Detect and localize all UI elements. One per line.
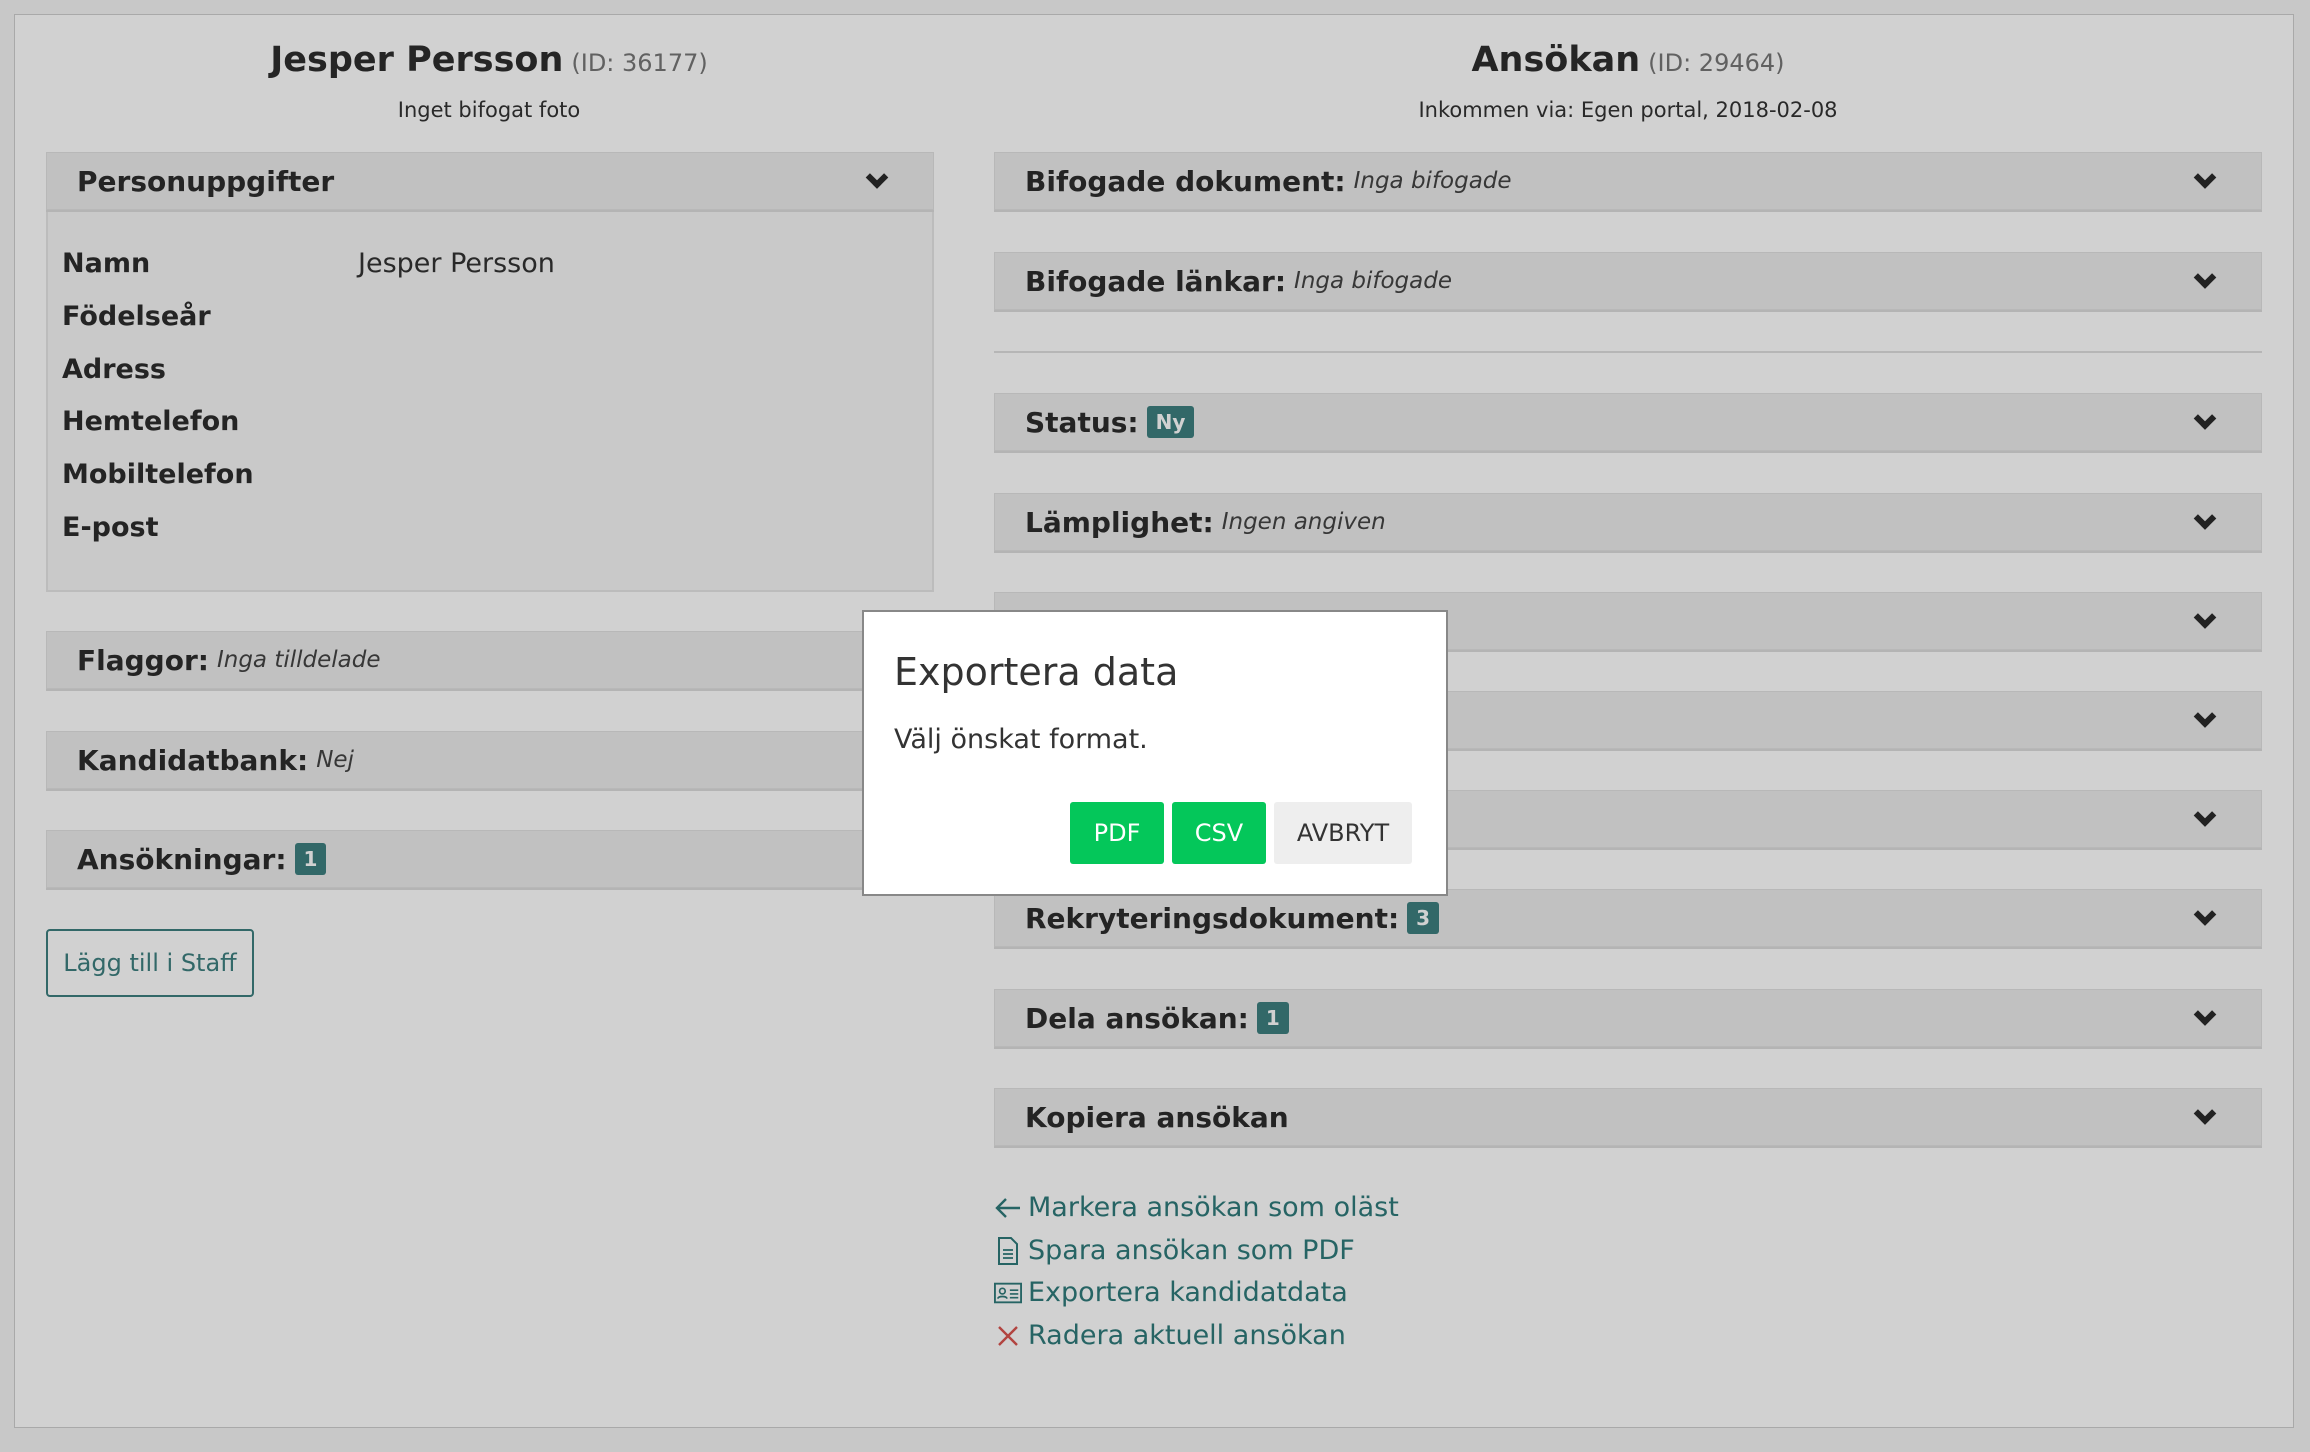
modal-title: Exportera data	[894, 650, 1179, 694]
export-csv-button[interactable]: CSV	[1172, 802, 1266, 864]
cancel-button[interactable]: AVBRYT	[1274, 802, 1412, 864]
export-pdf-button[interactable]: PDF	[1070, 802, 1164, 864]
export-data-modal: Exportera data Välj önskat format. PDF C…	[862, 610, 1448, 896]
modal-message: Välj önskat format.	[894, 724, 1148, 755]
